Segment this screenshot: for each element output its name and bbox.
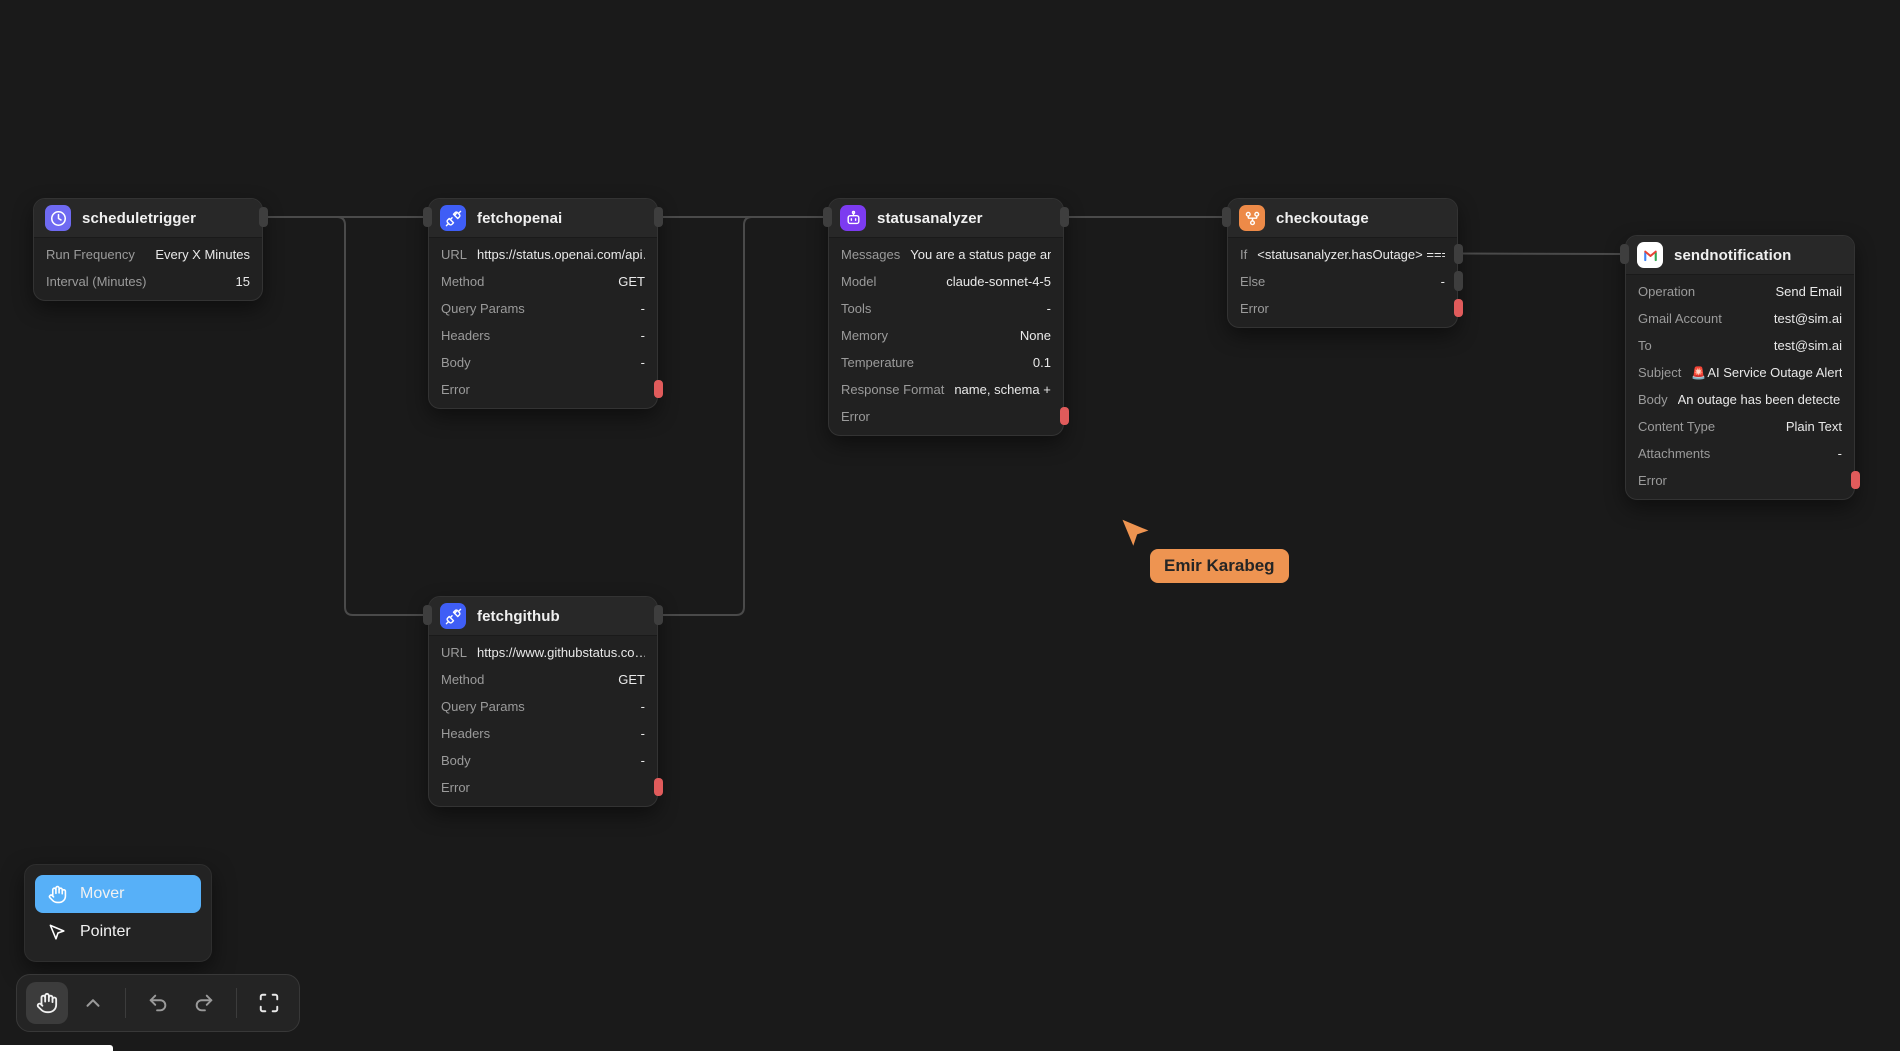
api-plug-icon	[440, 205, 466, 231]
collaborator-name-badge: Emir Karabeg	[1150, 549, 1289, 583]
canvas-toolbar	[16, 974, 300, 1032]
node-row: Content TypePlain Text	[1626, 413, 1854, 440]
node-row: Headers-	[429, 720, 657, 747]
tool-item-label: Mover	[80, 885, 124, 903]
node-row: MethodGET	[429, 268, 657, 295]
node-row: Response Formatname, schema +1	[829, 376, 1063, 403]
node-title: fetchopenai	[477, 210, 562, 227]
node-title: fetchgithub	[477, 608, 560, 625]
error-port[interactable]	[1454, 299, 1463, 317]
node-row: Error	[1228, 295, 1457, 322]
pointer-icon	[48, 923, 67, 942]
output-port[interactable]	[654, 605, 663, 625]
branch-icon	[1239, 205, 1265, 231]
undo-button[interactable]	[137, 982, 179, 1024]
toolbar-divider	[125, 988, 126, 1018]
node-row: BodyAn outage has been detecte…	[1626, 386, 1854, 413]
tool-item-pointer[interactable]: Pointer	[35, 913, 201, 951]
node-row: Error	[829, 403, 1063, 430]
fullscreen-button[interactable]	[248, 982, 290, 1024]
node-row: MethodGET	[429, 666, 657, 693]
node-row: URLhttps://status.openai.com/api…	[429, 241, 657, 268]
node-row: Modelclaude-sonnet-4-5	[829, 268, 1063, 295]
node-row: Tools-	[829, 295, 1063, 322]
node-checkoutage[interactable]: checkoutage If<statusanalyzer.hasOutage>…	[1227, 198, 1458, 328]
node-title: checkoutage	[1276, 210, 1369, 227]
robot-icon	[840, 205, 866, 231]
error-port[interactable]	[654, 778, 663, 796]
toolbar-divider	[236, 988, 237, 1018]
node-statusanalyzer[interactable]: statusanalyzer MessagesYou are a status …	[828, 198, 1064, 436]
node-fetchopenai[interactable]: fetchopenai URLhttps://status.openai.com…	[428, 198, 658, 409]
error-port[interactable]	[654, 380, 663, 398]
expand-tools-button[interactable]	[72, 982, 114, 1024]
node-title: statusanalyzer	[877, 210, 983, 227]
node-row: Temperature0.1	[829, 349, 1063, 376]
output-port[interactable]	[1060, 207, 1069, 227]
redo-icon	[193, 992, 215, 1014]
input-port[interactable]	[1222, 207, 1231, 227]
collaborator-cursor-icon	[1118, 516, 1154, 557]
gmail-icon	[1637, 242, 1663, 268]
edge-layer	[0, 0, 1900, 1051]
error-port[interactable]	[1851, 471, 1860, 489]
chevron-up-icon	[82, 992, 104, 1014]
node-scheduletrigger[interactable]: scheduletrigger Run FrequencyEvery X Min…	[33, 198, 263, 301]
node-row: MessagesYou are a status page an…	[829, 241, 1063, 268]
undo-icon	[147, 992, 169, 1014]
input-port[interactable]	[423, 207, 432, 227]
node-row: Attachments-	[1626, 440, 1854, 467]
node-row: If<statusanalyzer.hasOutage> ===…	[1228, 241, 1457, 268]
clock-icon	[45, 205, 71, 231]
node-row: Query Params-	[429, 295, 657, 322]
siren-emoji-icon: 🚨	[1691, 366, 1706, 380]
tool-item-label: Pointer	[80, 923, 131, 941]
tool-selector-menu: Mover Pointer	[24, 864, 212, 962]
redo-button[interactable]	[183, 982, 225, 1024]
node-row: Headers-	[429, 322, 657, 349]
status-strip	[0, 1045, 113, 1051]
output-port[interactable]	[259, 207, 268, 227]
hand-icon	[48, 885, 67, 904]
node-row: Error	[1626, 467, 1854, 494]
edge-scheduletrigger-fetchgithub[interactable]	[263, 217, 424, 615]
node-row: URLhttps://www.githubstatus.co…	[429, 639, 657, 666]
node-title: scheduletrigger	[82, 210, 196, 227]
node-row: Gmail Accounttest@sim.ai	[1626, 305, 1854, 332]
input-port[interactable]	[423, 605, 432, 625]
node-row: Else-	[1228, 268, 1457, 295]
node-sendnotification[interactable]: sendnotification OperationSend Email Gma…	[1625, 235, 1855, 500]
workflow-canvas[interactable]: { "nodes": [ { "title": "scheduletrigger…	[0, 0, 1900, 1051]
output-port-else[interactable]	[1454, 271, 1463, 291]
error-port[interactable]	[1060, 407, 1069, 425]
api-plug-icon	[440, 603, 466, 629]
node-row: Error	[429, 376, 657, 403]
maximize-icon	[258, 992, 280, 1014]
output-port-if[interactable]	[1454, 244, 1463, 264]
edge-checkoutage-sendnotification[interactable]	[1458, 254, 1622, 255]
node-row: Body-	[429, 747, 657, 774]
node-row: OperationSend Email	[1626, 278, 1854, 305]
node-row: Run FrequencyEvery X Minutes	[34, 241, 262, 268]
node-row: Interval (Minutes)15	[34, 268, 262, 295]
node-title: sendnotification	[1674, 247, 1791, 264]
node-row: MemoryNone	[829, 322, 1063, 349]
node-fetchgithub[interactable]: fetchgithub URLhttps://www.githubstatus.…	[428, 596, 658, 807]
node-row: Query Params-	[429, 693, 657, 720]
input-port[interactable]	[1620, 244, 1629, 264]
output-port[interactable]	[654, 207, 663, 227]
node-row: Error	[429, 774, 657, 801]
mover-tool-button[interactable]	[26, 982, 68, 1024]
hand-icon	[36, 992, 58, 1014]
node-row: Body-	[429, 349, 657, 376]
input-port[interactable]	[823, 207, 832, 227]
tool-item-mover[interactable]: Mover	[35, 875, 201, 913]
node-row: Subject🚨AI Service Outage Alert …	[1626, 359, 1854, 386]
edge-fetchgithub-statusanalyzer[interactable]	[658, 217, 826, 615]
node-row: Totest@sim.ai	[1626, 332, 1854, 359]
